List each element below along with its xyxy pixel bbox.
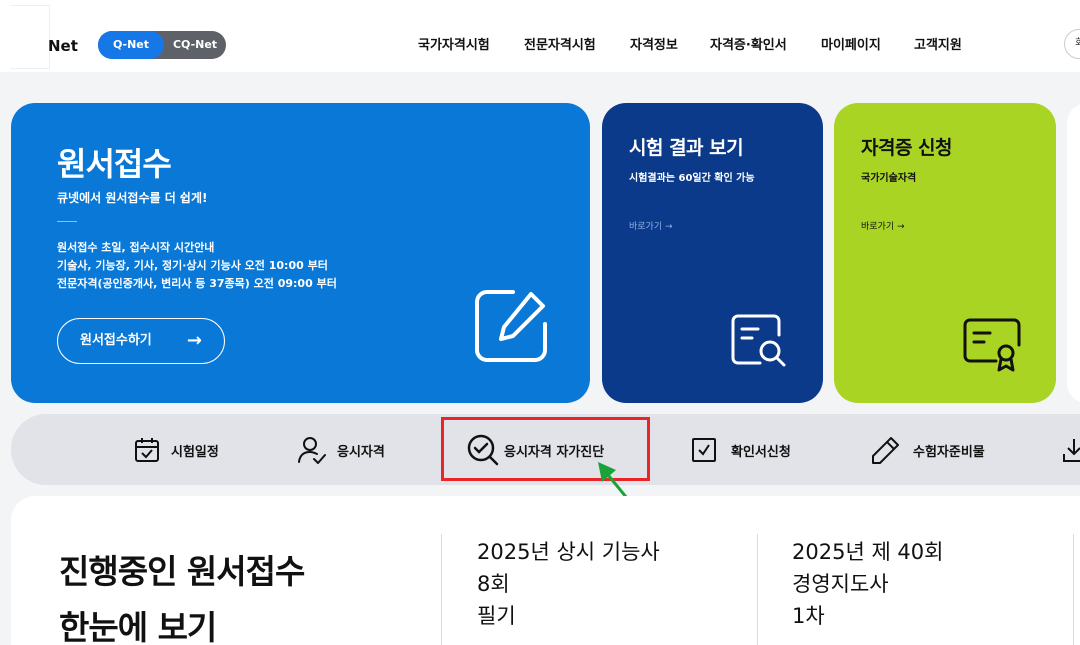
checkbox-icon	[692, 438, 716, 462]
exam-stage: 1차	[792, 604, 825, 628]
application-subtitle: 큐넷에서 원서접수를 더 쉽게!	[57, 191, 208, 205]
heading-line: 진행중인 원서접수	[59, 552, 305, 591]
quick-label: 응시자격	[337, 444, 385, 460]
certificate-card[interactable]: 자격증 신청 국가기술자격 바로가기 →	[834, 103, 1056, 403]
application-card[interactable]: 원서접수 큐넷에서 원서접수를 더 쉽게! 원서접수 초일, 접수시작 시간안내…	[11, 103, 590, 403]
cert-subtitle: 국가기술자격	[861, 173, 917, 184]
divider	[757, 534, 758, 645]
exam-round: 경영지도사	[792, 572, 889, 596]
nav-qualification-info[interactable]: 자격정보	[630, 34, 678, 53]
heading-line: 한눈에 보기	[59, 608, 217, 645]
extra-card[interactable]	[1067, 103, 1080, 403]
quick-label: 시험일정	[171, 444, 219, 460]
exam-result-card[interactable]: 시험 결과 보기 시험결과는 60일간 확인 가능 바로가기 →	[602, 103, 823, 403]
quick-eligibility[interactable]: 응시자격	[297, 434, 385, 466]
notice-line: 기술사, 기능장, 기사, 정기·상시 기능사 오전 10:00 부터	[57, 259, 328, 272]
calendar-check-icon	[135, 438, 159, 462]
nav-support[interactable]: 고객지원	[914, 34, 962, 53]
user-check-icon	[298, 437, 326, 464]
application-notice: 원서접수 초일, 접수시작 시간안내 기술사, 기능장, 기사, 정기·상시 기…	[57, 239, 337, 293]
download-icon	[1063, 439, 1080, 462]
edit-icon	[475, 290, 547, 362]
nav-mypage[interactable]: 마이페이지	[821, 34, 881, 53]
quick-download[interactable]	[1061, 434, 1080, 466]
nav-professional-exam[interactable]: 전문자격시험	[524, 34, 596, 53]
quick-exam-schedule[interactable]: 시험일정	[133, 434, 219, 466]
quick-supplies[interactable]: 수험자준비물	[871, 434, 985, 466]
logo-box[interactable]	[10, 5, 50, 69]
toggle-qnet[interactable]: Q-Net	[98, 31, 164, 59]
exam-name: 2025년 상시 기능사	[477, 540, 660, 564]
divider	[441, 534, 442, 645]
quick-confirmation[interactable]: 확인서신청	[691, 434, 791, 466]
cert-link[interactable]: 바로가기 →	[861, 219, 905, 232]
pencil-icon	[872, 437, 899, 464]
nav-certificate[interactable]: 자격증·확인서	[710, 34, 787, 53]
header-round-button[interactable]: 회	[1064, 29, 1080, 59]
apply-button[interactable]: 원서접수하기 →	[57, 318, 225, 364]
certificate-icon	[963, 318, 1021, 372]
arrow-right-icon: →	[186, 330, 202, 351]
site-header: Net Q-Net CQ-Net 국가자격시험 전문자격시험 자격정보 자격증·…	[0, 0, 1080, 72]
divider	[1073, 534, 1074, 645]
exam-round: 8회	[477, 572, 510, 596]
nav-national-exam[interactable]: 국가자격시험	[418, 34, 490, 53]
notice-line: 전문자격(공인중개사, 변리사 등 37종목) 오전 09:00 부터	[57, 277, 337, 290]
logo-text[interactable]: Net	[48, 37, 78, 55]
notice-line: 원서접수 초일, 접수시작 시간안내	[57, 241, 215, 254]
ongoing-applications: 진행중인 원서접수 한눈에 보기 2025년 상시 기능사 8회 필기 2025…	[11, 496, 1080, 645]
exam-item[interactable]: 2025년 제 40회 경영지도사 1차	[792, 536, 943, 632]
apply-button-label: 원서접수하기	[80, 333, 152, 348]
result-subtitle: 시험결과는 60일간 확인 가능	[629, 173, 755, 184]
site-toggle: Q-Net CQ-Net	[98, 31, 226, 59]
quick-label: 수험자준비물	[913, 444, 985, 460]
result-link[interactable]: 바로가기 →	[629, 219, 673, 232]
exam-stage: 필기	[477, 604, 516, 628]
application-title: 원서접수	[57, 145, 172, 183]
quick-label: 확인서신청	[731, 444, 791, 460]
ongoing-heading: 진행중인 원서접수 한눈에 보기	[59, 544, 305, 645]
exam-name: 2025년 제 40회	[792, 540, 944, 564]
result-title: 시험 결과 보기	[629, 137, 744, 159]
application-divider	[57, 221, 77, 222]
cert-title: 자격증 신청	[861, 137, 953, 159]
document-search-icon	[731, 314, 786, 367]
exam-item[interactable]: 2025년 상시 기능사 8회 필기	[477, 536, 660, 632]
toggle-cqnet[interactable]: CQ-Net	[164, 31, 226, 59]
